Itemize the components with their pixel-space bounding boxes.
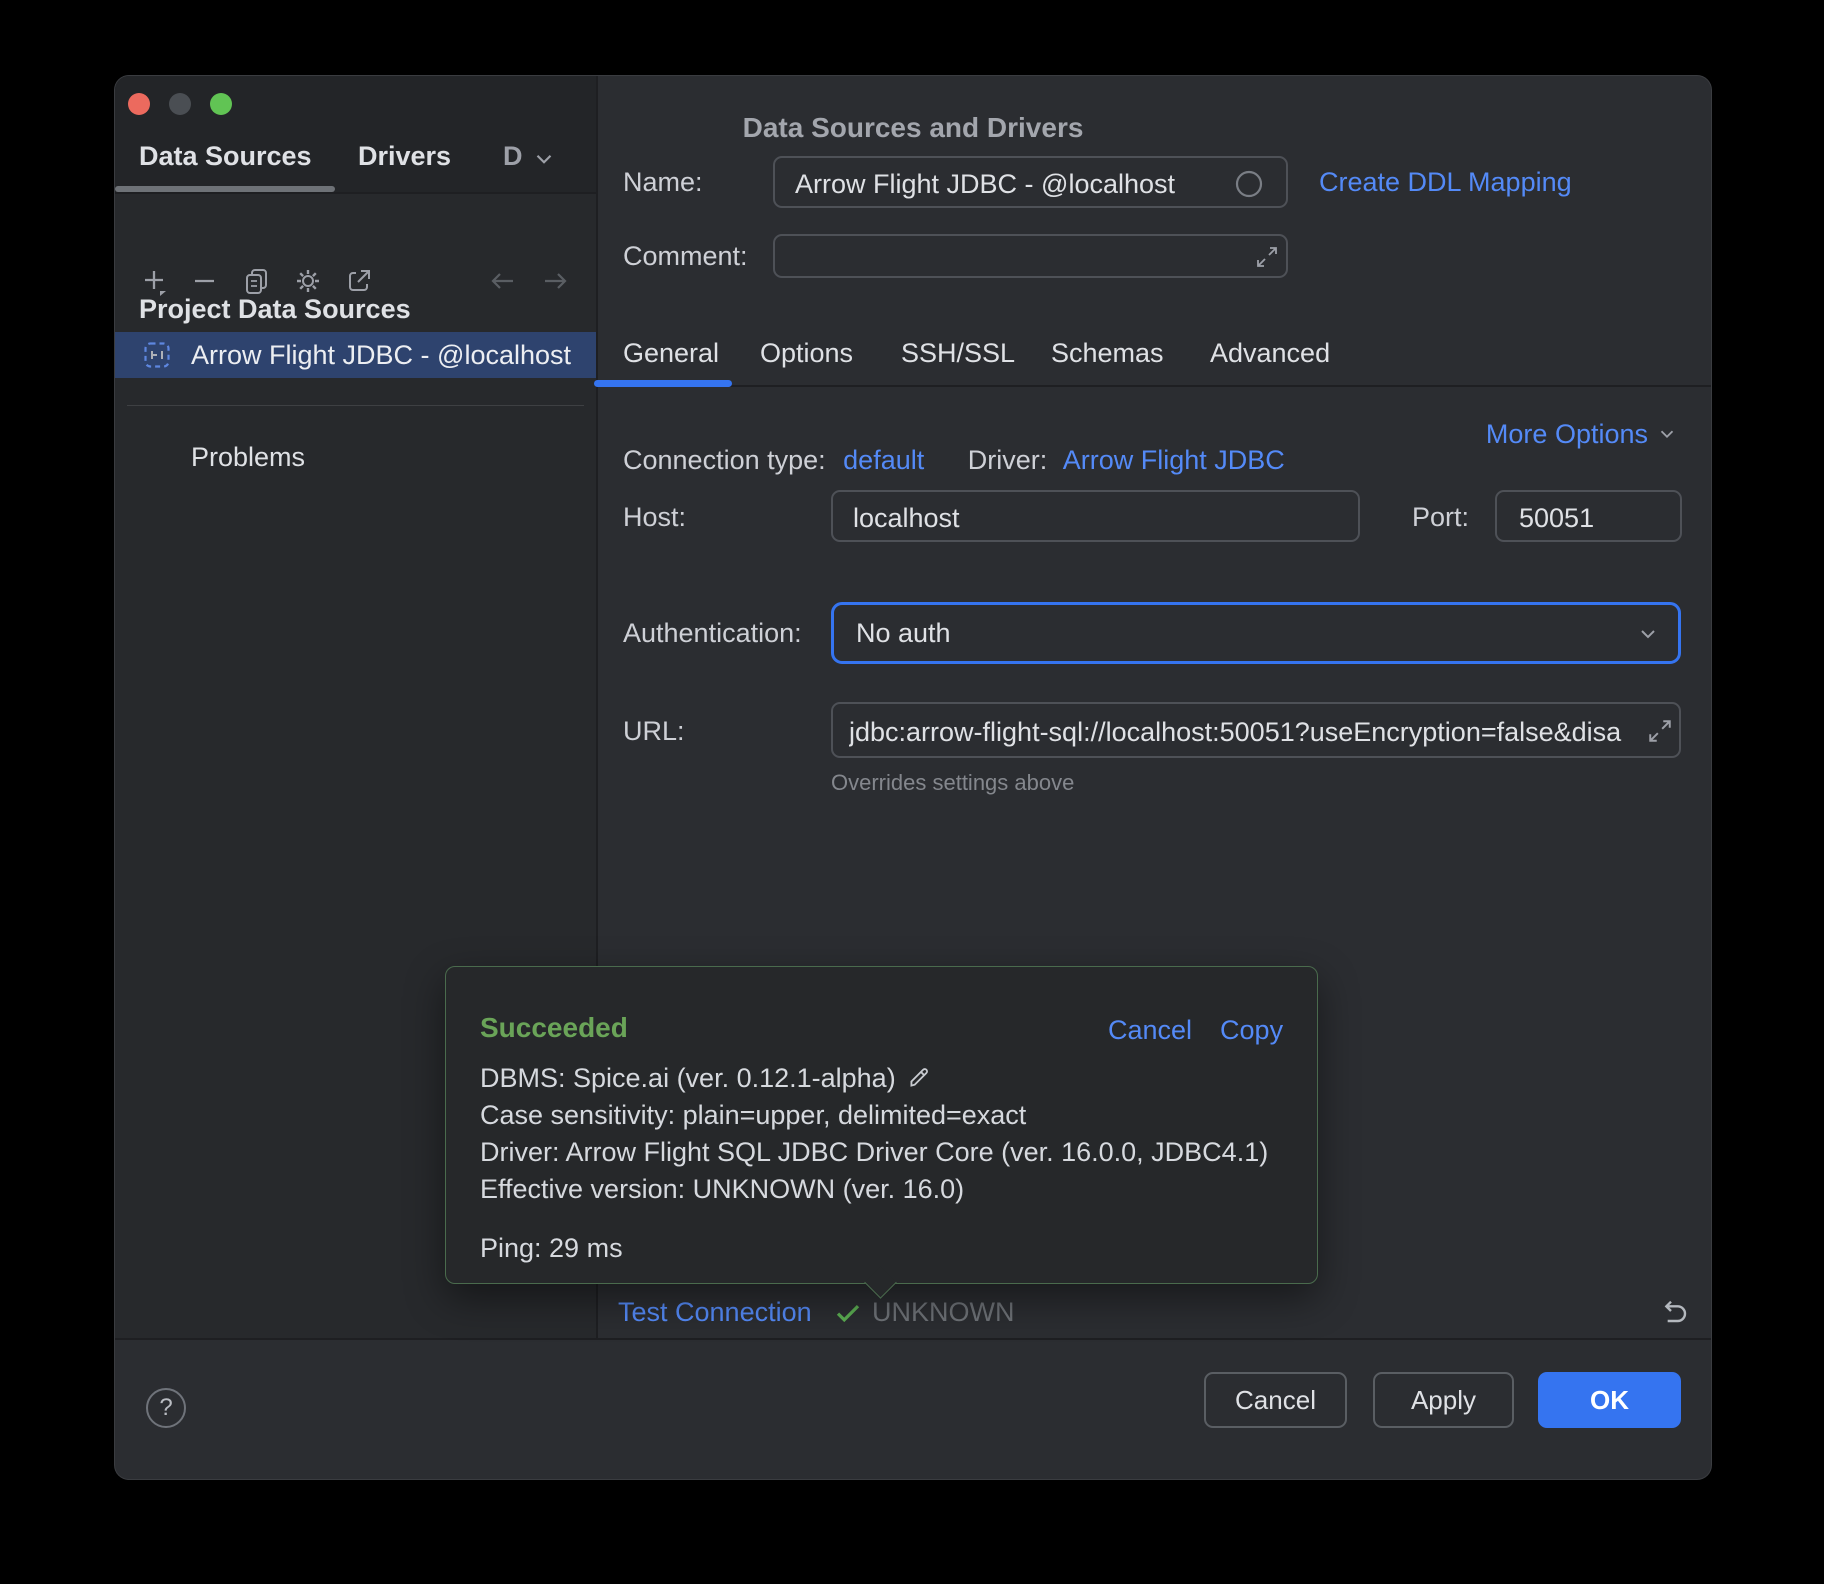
connection-type-label: Connection type: bbox=[623, 445, 826, 475]
settings-gear-icon[interactable] bbox=[293, 266, 323, 296]
sidebar-item-problems[interactable]: Problems bbox=[191, 439, 305, 475]
popup-actions: Cancel Copy bbox=[1108, 1012, 1283, 1048]
database-driver-icon bbox=[143, 341, 171, 369]
window-title: Data Sources and Drivers bbox=[115, 112, 1711, 144]
tab-schemas[interactable]: Schemas bbox=[1051, 338, 1164, 369]
port-label: Port: bbox=[1412, 499, 1469, 535]
popup-dbms-text: DBMS: Spice.ai (ver. 0.12.1-alpha) bbox=[480, 1060, 896, 1096]
name-progress-circle-icon bbox=[1235, 170, 1263, 198]
active-tab-underline bbox=[115, 186, 335, 192]
driver-value-link[interactable]: Arrow Flight JDBC bbox=[1063, 445, 1285, 475]
connection-type-row: Connection type: default Driver: Arrow F… bbox=[623, 442, 1285, 478]
success-check-icon bbox=[833, 1298, 863, 1328]
cancel-button[interactable]: Cancel bbox=[1204, 1372, 1347, 1428]
create-ddl-mapping-link[interactable]: Create DDL Mapping bbox=[1319, 164, 1572, 200]
port-input[interactable]: 50051 bbox=[1495, 490, 1682, 542]
data-sources-dialog: Data Sources Drivers D bbox=[115, 76, 1711, 1479]
tab-advanced[interactable]: Advanced bbox=[1210, 338, 1330, 369]
duplicate-icon[interactable] bbox=[242, 266, 272, 296]
url-label: URL: bbox=[623, 713, 685, 749]
authentication-chevron-icon[interactable] bbox=[1636, 622, 1660, 646]
footer-divider bbox=[115, 1338, 1711, 1340]
connection-type-value-link[interactable]: default bbox=[843, 445, 924, 475]
tabs-divider bbox=[596, 385, 1711, 387]
url-hint: Overrides settings above bbox=[831, 770, 1074, 796]
revert-undo-icon[interactable] bbox=[1657, 1297, 1689, 1329]
popup-copy-link[interactable]: Copy bbox=[1220, 1012, 1283, 1048]
tabs-overflow-chevron-icon[interactable] bbox=[531, 146, 557, 172]
host-input-value[interactable]: localhost bbox=[853, 500, 1333, 536]
comment-expand-icon[interactable] bbox=[1255, 245, 1279, 269]
open-in-new-window-icon[interactable] bbox=[344, 266, 374, 296]
url-expand-icon[interactable] bbox=[1645, 718, 1673, 744]
name-input-value[interactable]: Arrow Flight JDBC - @localhost bbox=[795, 166, 1225, 202]
authentication-select[interactable]: No auth bbox=[831, 602, 1681, 664]
popup-line-driver: Driver: Arrow Flight SQL JDBC Driver Cor… bbox=[480, 1134, 1268, 1170]
apply-button[interactable]: Apply bbox=[1373, 1372, 1514, 1428]
test-connection-status: UNKNOWN bbox=[872, 1294, 1015, 1330]
more-options-label[interactable]: More Options bbox=[1486, 416, 1648, 452]
add-data-source-icon[interactable] bbox=[140, 266, 170, 296]
test-connection-link[interactable]: Test Connection bbox=[618, 1294, 812, 1330]
host-label: Host: bbox=[623, 499, 686, 535]
popup-line-dbms: DBMS: Spice.ai (ver. 0.12.1-alpha) bbox=[480, 1060, 932, 1096]
url-input[interactable]: jdbc:arrow-flight-sql://localhost:50051?… bbox=[831, 702, 1681, 758]
forward-arrow-icon[interactable] bbox=[540, 266, 570, 296]
name-label: Name: bbox=[623, 164, 703, 200]
popup-line-ping: Ping: 29 ms bbox=[480, 1230, 623, 1266]
authentication-label: Authentication: bbox=[623, 615, 802, 651]
ok-button[interactable]: OK bbox=[1538, 1372, 1681, 1428]
url-input-value[interactable]: jdbc:arrow-flight-sql://localhost:50051?… bbox=[849, 714, 1649, 750]
popup-cancel-link[interactable]: Cancel bbox=[1108, 1012, 1192, 1048]
edit-pencil-icon[interactable] bbox=[906, 1065, 932, 1091]
remove-data-source-icon[interactable] bbox=[190, 266, 220, 296]
comment-input-value[interactable] bbox=[795, 240, 1225, 276]
comment-input[interactable] bbox=[773, 234, 1288, 278]
more-options-chevron-icon bbox=[1656, 423, 1678, 445]
list-separator bbox=[127, 405, 584, 406]
popup-status: Succeeded bbox=[480, 1010, 628, 1046]
help-button[interactable]: ? bbox=[146, 1388, 186, 1428]
more-options-button[interactable]: More Options bbox=[1486, 416, 1678, 452]
data-source-item-label[interactable]: Arrow Flight JDBC - @localhost bbox=[191, 332, 571, 378]
general-tab-active-underline bbox=[594, 380, 732, 387]
host-input[interactable]: localhost bbox=[831, 490, 1360, 542]
popup-line-case: Case sensitivity: plain=upper, delimited… bbox=[480, 1097, 1026, 1133]
name-input[interactable]: Arrow Flight JDBC - @localhost bbox=[773, 156, 1288, 208]
back-arrow-icon[interactable] bbox=[488, 266, 518, 296]
popup-line-effective: Effective version: UNKNOWN (ver. 16.0) bbox=[480, 1171, 964, 1207]
tab-options[interactable]: Options bbox=[760, 338, 853, 369]
project-data-sources-header: Project Data Sources bbox=[139, 294, 411, 325]
screen: Data Sources Drivers D bbox=[0, 0, 1824, 1584]
driver-label: Driver: bbox=[968, 445, 1048, 475]
help-question-icon: ? bbox=[159, 1394, 172, 1422]
tab-general[interactable]: General bbox=[623, 338, 719, 369]
comment-label: Comment: bbox=[623, 238, 748, 274]
port-input-value[interactable]: 50051 bbox=[1519, 500, 1659, 536]
tab-ssh-ssl[interactable]: SSH/SSL bbox=[901, 338, 1015, 369]
authentication-selected-value[interactable]: No auth bbox=[856, 615, 951, 651]
